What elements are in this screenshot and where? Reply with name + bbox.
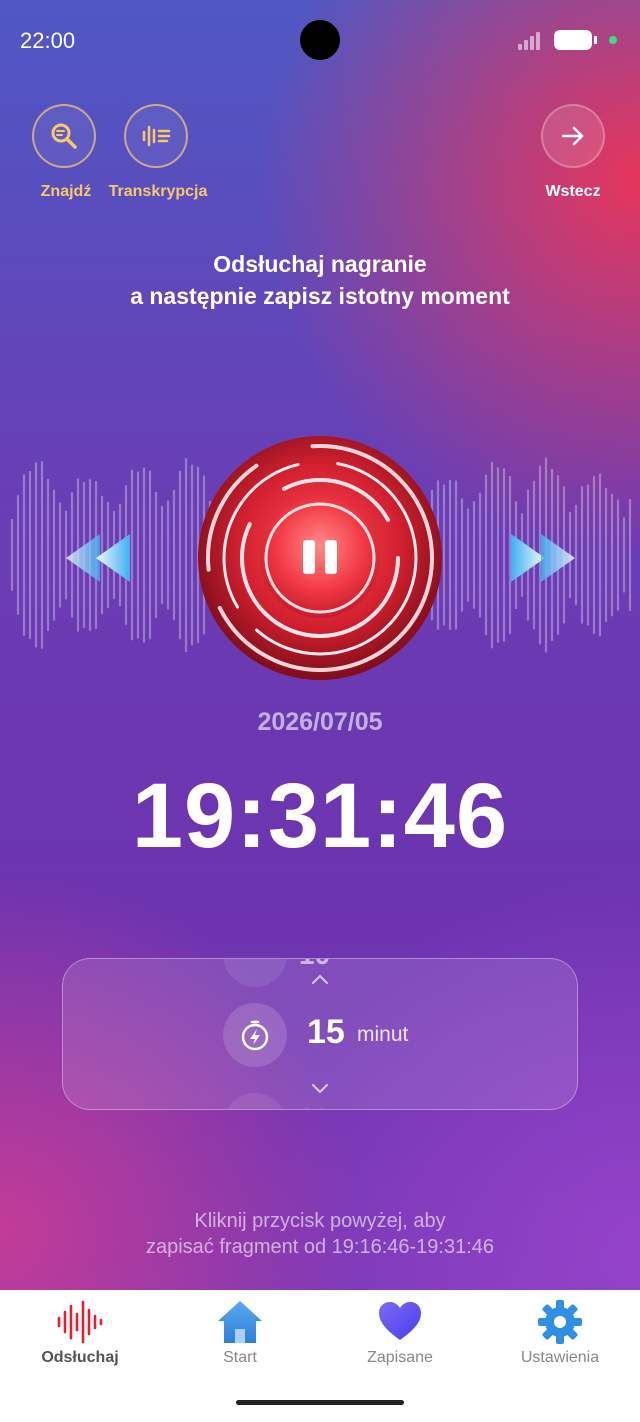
- back-label[interactable]: Wstecz: [533, 183, 613, 201]
- instruction-line-1: Odsłuchaj nagranie: [213, 251, 427, 277]
- fast-forward-icon[interactable]: [507, 530, 577, 586]
- arrow-right-icon: [561, 126, 584, 146]
- nav-item-saved[interactable]: Zapisane: [320, 1290, 480, 1380]
- transcription-button[interactable]: [124, 104, 188, 168]
- chevron-up-icon[interactable]: [311, 973, 329, 985]
- signal-icon: [518, 30, 546, 50]
- next-option-icon: [223, 1093, 287, 1109]
- nav-label-listen: Odsłuchaj: [41, 1349, 119, 1366]
- save-hint: Kliknij przycisk powyżej, aby zapisać fr…: [0, 1208, 640, 1260]
- back-button[interactable]: [541, 104, 605, 168]
- recording-date: 2026/07/05: [257, 708, 383, 736]
- nav-item-start[interactable]: Start: [160, 1290, 320, 1380]
- duration-picker[interactable]: 10 15 minut 30: [62, 958, 578, 1110]
- nav-label-start: Start: [223, 1349, 257, 1366]
- transcription-label[interactable]: Transkrypcja: [98, 183, 218, 201]
- search-icon: [51, 123, 77, 149]
- player-screen: 22:00 Znajdź Transkrypcja Wstecz Odsłuch…: [0, 0, 640, 1290]
- pause-button[interactable]: [196, 434, 444, 682]
- home-icon: [218, 1301, 262, 1343]
- duration-value: 15: [307, 1013, 345, 1051]
- instruction-text: Odsłuchaj nagranie a następnie zapisz is…: [0, 248, 640, 312]
- recording-time: 19:31:46: [131, 765, 509, 867]
- home-indicator: [236, 1400, 404, 1405]
- waveform-icon: [57, 1300, 103, 1344]
- nav-item-listen[interactable]: Odsłuchaj: [0, 1290, 160, 1380]
- previous-value[interactable]: 10: [299, 959, 330, 971]
- find-button[interactable]: [32, 104, 96, 168]
- timer-icon: [223, 1003, 287, 1067]
- save-hint-line-2: zapisać fragment od 19:16:46-19:31:46: [145, 1236, 495, 1258]
- transcription-icon: [142, 125, 171, 147]
- privacy-indicator-icon: [609, 36, 617, 44]
- camera-cutout: [300, 20, 340, 60]
- status-bar: 22:00: [0, 0, 640, 80]
- nav-label-settings: Ustawienia: [520, 1349, 600, 1366]
- find-label[interactable]: Znajdź: [26, 183, 106, 201]
- nav-label-saved: Zapisane: [367, 1349, 433, 1366]
- next-value[interactable]: 30: [299, 1103, 330, 1109]
- duration-unit: minut: [357, 1023, 409, 1046]
- gear-icon: [538, 1300, 582, 1344]
- heart-icon: [379, 1302, 421, 1340]
- rewind-icon[interactable]: [64, 530, 134, 586]
- battery-icon: [554, 30, 597, 50]
- status-time: 22:00: [20, 28, 76, 53]
- chevron-down-icon[interactable]: [311, 1083, 329, 1095]
- save-hint-line-1: Kliknij przycisk powyżej, aby: [194, 1210, 446, 1232]
- previous-option-icon: [223, 959, 287, 987]
- instruction-line-2: a następnie zapisz istotny moment: [130, 283, 510, 309]
- nav-item-settings[interactable]: Ustawienia: [480, 1290, 640, 1380]
